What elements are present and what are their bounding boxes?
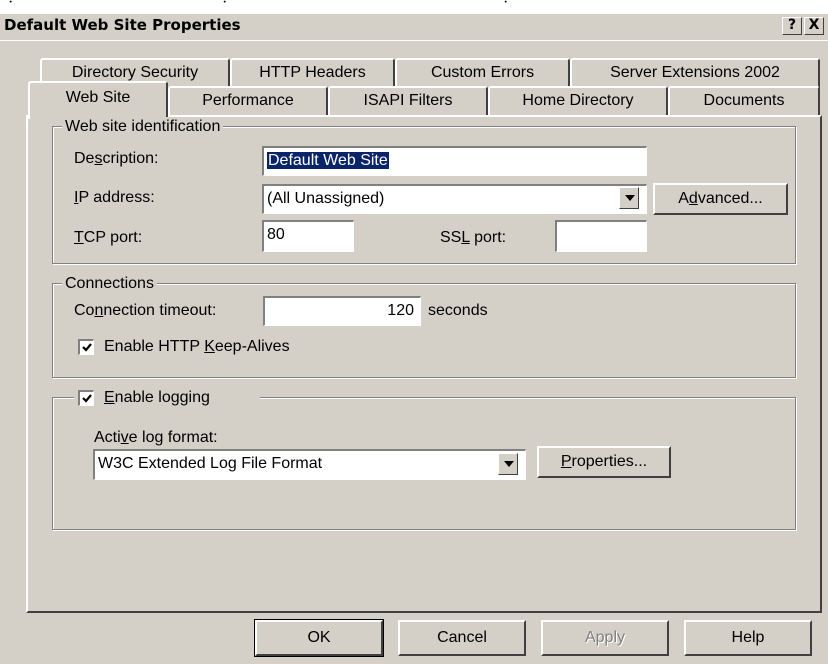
tab-server-extensions[interactable]: Server Extensions 2002: [570, 58, 820, 88]
tcp-port-value: 80: [267, 226, 285, 243]
tab-label: Documents: [703, 92, 785, 109]
close-icon: X: [808, 17, 820, 33]
tab-web-site[interactable]: Web Site: [28, 81, 168, 119]
enable-logging-checkbox[interactable]: [78, 390, 94, 406]
checkmark-icon: [82, 394, 92, 403]
cropped-text: ·: [8, 0, 14, 11]
cancel-button[interactable]: Cancel: [398, 620, 526, 656]
tab-label: Home Directory: [522, 92, 634, 109]
chevron-down-icon[interactable]: [498, 453, 518, 475]
tab-label: Directory Security: [71, 64, 199, 81]
window-title: Default Web Site Properties: [4, 16, 241, 34]
tab-isapi-filters[interactable]: ISAPI Filters: [328, 86, 488, 116]
description-label: Description:: [74, 150, 159, 167]
help-title-button[interactable]: ?: [782, 17, 802, 35]
seconds-label: seconds: [428, 302, 488, 319]
tcp-port-label: TCP port:: [74, 229, 143, 246]
log-format-label: Active log format:: [94, 429, 218, 446]
tab-http-headers[interactable]: HTTP Headers: [230, 58, 395, 88]
description-field[interactable]: Default Web Site: [262, 146, 647, 176]
checkmark-icon: [82, 343, 92, 352]
connection-timeout-value: 120: [387, 302, 414, 319]
keepalive-label: Enable HTTP Keep-Alives: [104, 338, 290, 355]
ok-button[interactable]: OK: [254, 619, 384, 657]
description-value: Default Web Site: [267, 152, 389, 169]
connections-group: [52, 283, 796, 378]
tab-custom-errors[interactable]: Custom Errors: [395, 58, 570, 88]
log-format-value: W3C Extended Log File Format: [98, 455, 323, 472]
identification-legend: Web site identification: [62, 117, 224, 137]
advanced-button[interactable]: Advanced...: [653, 183, 788, 215]
tab-label: Server Extensions 2002: [610, 64, 780, 81]
chevron-down-icon[interactable]: [619, 187, 639, 209]
tab-performance[interactable]: Performance: [168, 86, 328, 116]
tab-label: ISAPI Filters: [363, 92, 453, 109]
tcp-port-field[interactable]: 80: [262, 220, 354, 252]
ip-address-dropdown[interactable]: (All Unassigned): [262, 184, 647, 214]
tab-home-directory[interactable]: Home Directory: [488, 86, 668, 116]
connections-legend: Connections: [62, 274, 157, 294]
ip-address-label: IP address:: [74, 189, 155, 206]
tab-label: Performance: [202, 92, 294, 109]
log-format-dropdown[interactable]: W3C Extended Log File Format: [93, 449, 526, 480]
cropped-text: ·: [503, 0, 509, 11]
ip-address-value: (All Unassigned): [267, 190, 385, 207]
cropped-text: ·: [222, 0, 228, 11]
connection-timeout-field[interactable]: 120: [263, 296, 421, 326]
connection-timeout-label: Connection timeout:: [74, 302, 217, 319]
help-button[interactable]: Help: [684, 620, 812, 656]
tab-label: Custom Errors: [430, 64, 535, 81]
close-title-button[interactable]: X: [804, 17, 824, 35]
tab-label: Web Site: [65, 89, 131, 106]
tab-documents[interactable]: Documents: [668, 86, 820, 116]
tab-label: HTTP Headers: [259, 64, 366, 81]
log-properties-button[interactable]: Properties...: [537, 446, 671, 478]
apply-button[interactable]: Apply: [541, 620, 669, 656]
ssl-port-field[interactable]: [555, 220, 647, 252]
cropped-top-strip: · · ·: [0, 0, 828, 14]
help-icon: ?: [787, 17, 797, 33]
ssl-port-label: SSL port:: [440, 229, 507, 246]
enable-logging-label: Enable logging: [104, 389, 210, 406]
keepalive-checkbox[interactable]: [78, 339, 94, 355]
